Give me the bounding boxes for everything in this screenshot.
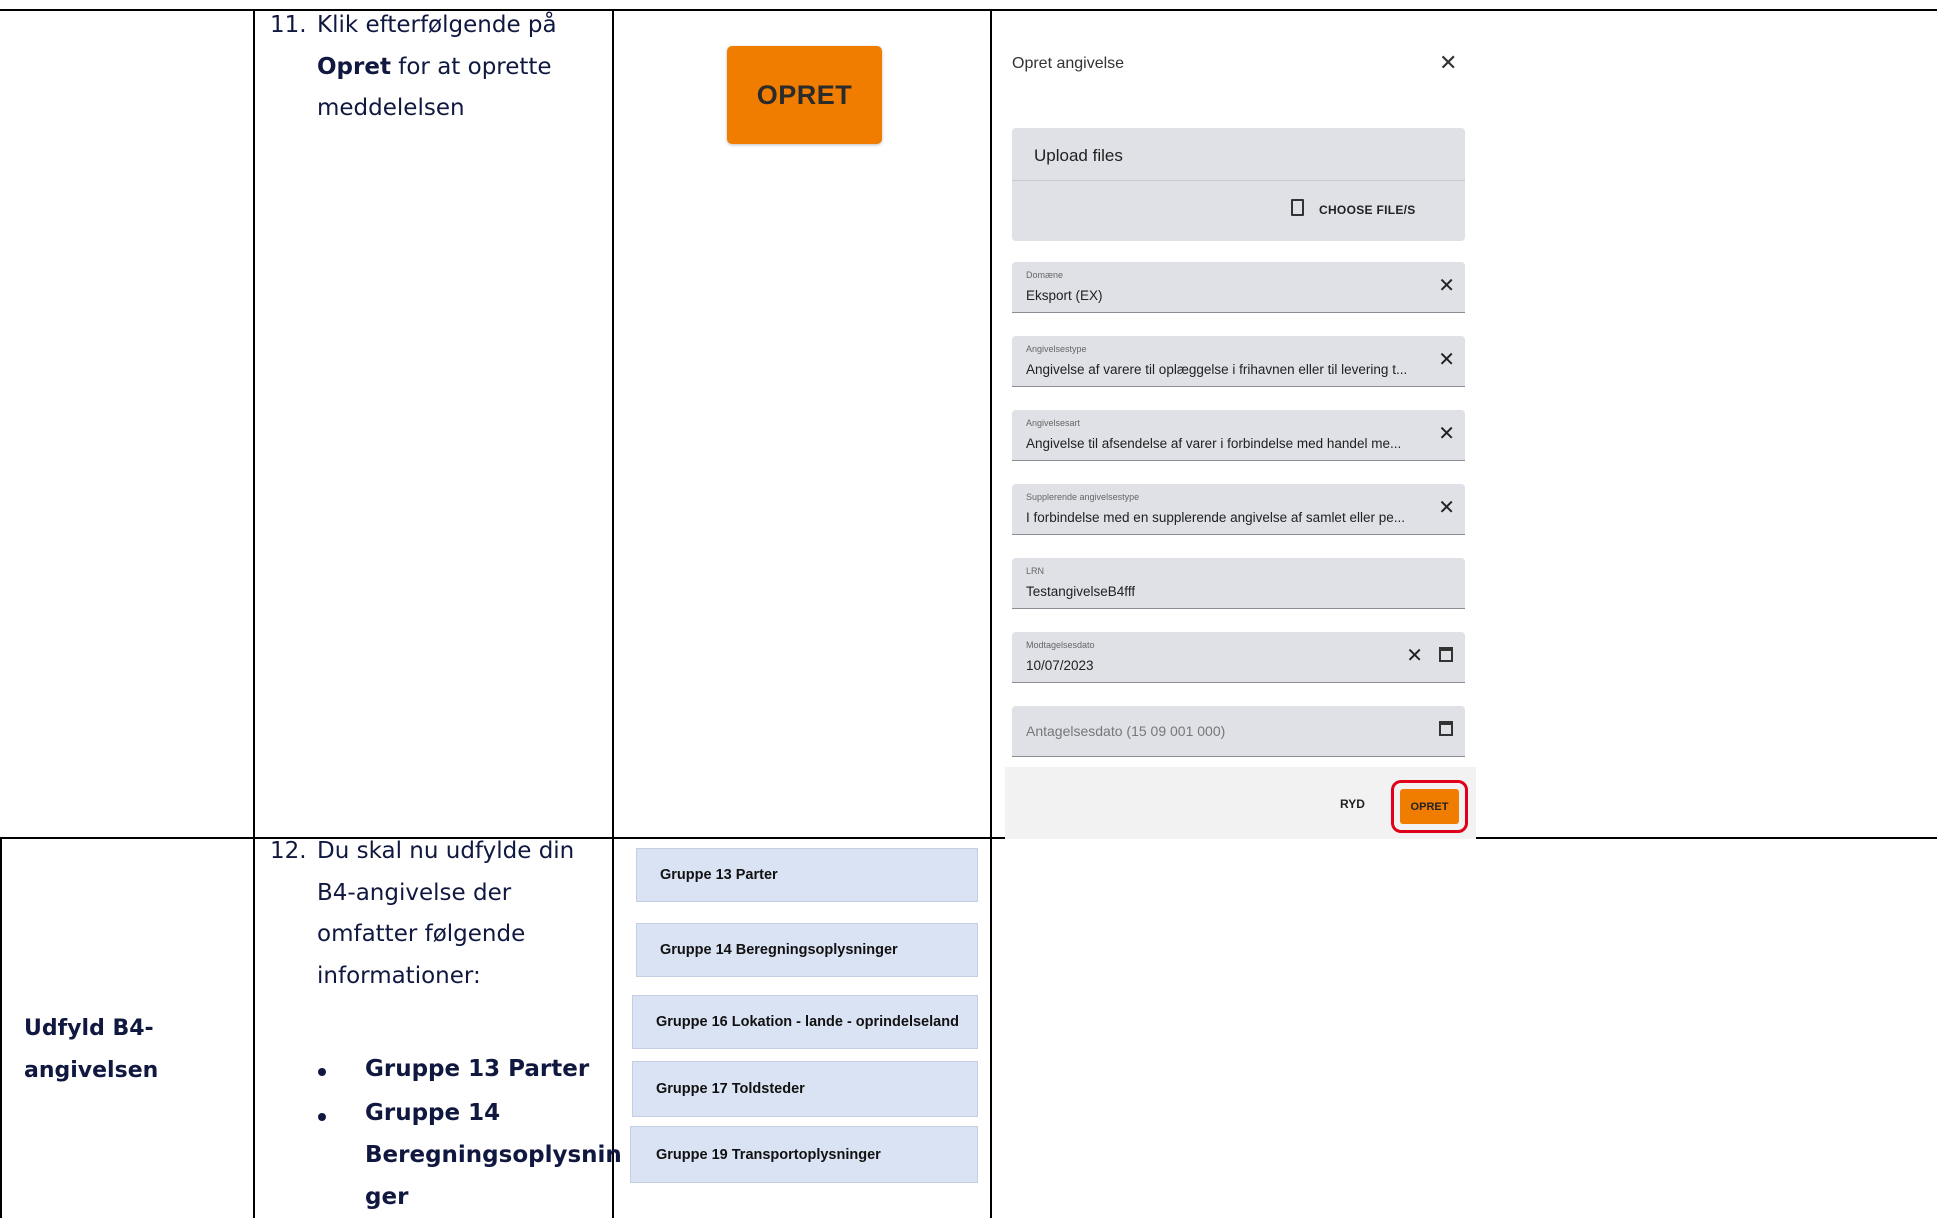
bullet-item: Beregningsoplysnin (365, 1142, 622, 1168)
group-item: Gruppe 16 Lokation - lande - oprindelsel… (632, 995, 978, 1049)
upload-title: Upload files (1034, 146, 1123, 165)
calendar-icon[interactable] (1439, 721, 1453, 736)
step-line: omfatter følgende (317, 921, 526, 947)
group-label: Gruppe 14 Beregningsoplysninger (660, 942, 898, 958)
step-bold-word: Opret (317, 53, 391, 80)
field-placeholder: Antagelsesdato (15 09 001 000) (1026, 723, 1226, 739)
step-line: Du skal nu udfylde din (317, 838, 575, 864)
table-col-divider-3 (990, 9, 992, 1218)
group-item: Gruppe 14 Beregningsoplysninger (636, 923, 978, 977)
clear-icon[interactable]: ✕ (1438, 421, 1455, 446)
step-line: Opret for at oprette (317, 47, 552, 89)
step-line-rest: for at oprette (390, 53, 552, 80)
opret-button-image: OPRET (727, 46, 882, 144)
group-label: Gruppe 13 Parter (660, 867, 778, 883)
group-label: Gruppe 17 Toldsteder (656, 1081, 805, 1097)
choose-files-label: CHOOSE FILE/S (1319, 203, 1416, 217)
field-value: I forbindelse med en supplerende angivel… (1026, 510, 1405, 525)
antagelsesdato-field[interactable]: Antagelsesdato (15 09 001 000) (1012, 706, 1465, 757)
table-col-divider-2 (612, 9, 614, 1218)
divider (1012, 180, 1465, 181)
opret-button[interactable]: OPRET (1400, 789, 1459, 824)
clear-icon[interactable]: ✕ (1438, 347, 1455, 372)
step-line: Klik efterfølgende på (317, 12, 557, 38)
field-label: LRN (1026, 566, 1045, 576)
field-label: Supplerende angivelsestype (1026, 492, 1140, 502)
field-label: Modtagelsesdato (1026, 640, 1095, 650)
lrn-field[interactable]: LRN TestangivelseB4fff (1012, 558, 1465, 609)
step-number: 12. (270, 838, 307, 864)
ryd-button[interactable]: RYD (1340, 797, 1365, 811)
field-value: Angivelse af varere til oplæggelse i fri… (1026, 362, 1408, 377)
step-line: informationer: (317, 962, 481, 989)
group-item: Gruppe 19 Transportoplysninger (630, 1126, 978, 1183)
choose-files-button[interactable]: CHOOSE FILE/S (1291, 199, 1416, 217)
dialog-title: Opret angivelse (1012, 55, 1125, 72)
calendar-icon[interactable] (1439, 647, 1453, 662)
opret-angivelse-dialog: Opret angivelse ✕ Upload files CHOOSE FI… (1005, 44, 1476, 839)
bullet-item: Gruppe 14 (365, 1100, 501, 1126)
highlight-box: OPRET (1391, 780, 1468, 833)
field-value: Angivelse til afsendelse af varer i forb… (1026, 436, 1402, 451)
step-line: meddelelsen (317, 95, 465, 121)
group-label: Gruppe 19 Transportoplysninger (656, 1146, 881, 1163)
step-line: B4-angivelse der (317, 879, 512, 906)
domaene-field[interactable]: Domæne Eksport (EX) ✕ (1012, 262, 1465, 313)
clear-icon[interactable]: ✕ (1438, 495, 1455, 520)
angivelsestype-field[interactable]: Angivelsestype Angivelse af varere til o… (1012, 336, 1465, 387)
supplerende-angivelsestype-field[interactable]: Supplerende angivelsestype I forbindelse… (1012, 484, 1465, 535)
angivelsesart-field[interactable]: Angivelsesart Angivelse til afsendelse a… (1012, 410, 1465, 461)
bullet-item: Gruppe 13 Parter (365, 1056, 590, 1082)
clear-icon[interactable]: ✕ (1438, 273, 1455, 298)
field-label: Angivelsesart (1026, 418, 1081, 428)
group-item: Gruppe 17 Toldsteder (632, 1061, 978, 1117)
field-value: 10/07/2023 (1026, 658, 1094, 673)
step-number: 11. (270, 12, 307, 38)
close-icon[interactable]: ✕ (1439, 50, 1457, 76)
step-12-text: 12. Du skal nu udfylde din B4-angivelse … (0, 831, 622, 1221)
field-label: Angivelsestype (1026, 344, 1087, 354)
step-11-text: 11. Klik efterfølgende på Opret for at o… (0, 5, 600, 135)
field-value: Eksport (EX) (1026, 288, 1103, 303)
group-item: Gruppe 13 Parter (636, 848, 978, 902)
modtagelsesdato-field[interactable]: Modtagelsesdato 10/07/2023 ✕ (1012, 632, 1465, 683)
field-value: TestangivelseB4fff (1026, 584, 1136, 599)
group-label: Gruppe 16 Lokation - lande - oprindelsel… (656, 1014, 959, 1030)
field-label: Domæne (1026, 270, 1064, 280)
clear-icon[interactable]: ✕ (1406, 643, 1423, 668)
bullet-icon (318, 1113, 326, 1121)
file-icon (1291, 199, 1304, 216)
document-page: 11. Klik efterfølgende på Opret for at o… (0, 0, 1937, 1218)
bullet-icon (318, 1068, 326, 1076)
bullet-item: ger (365, 1184, 409, 1210)
dialog-footer: RYD OPRET (1005, 767, 1476, 839)
upload-files-panel: Upload files CHOOSE FILE/S (1012, 128, 1465, 241)
